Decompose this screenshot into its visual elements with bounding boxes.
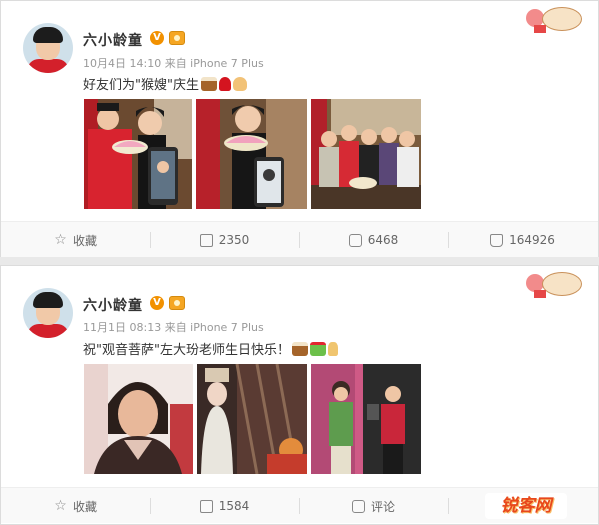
post-photo-1[interactable] bbox=[84, 99, 192, 209]
post-photo-3[interactable] bbox=[311, 364, 421, 474]
repost-icon bbox=[199, 499, 213, 513]
watermark-logo: 锐客网 bbox=[485, 493, 567, 519]
avatar[interactable] bbox=[23, 23, 73, 73]
post-meta[interactable]: 10月4日 14:10 来自 iPhone 7 Plus bbox=[83, 55, 264, 71]
monkey-sticker-icon bbox=[520, 5, 592, 35]
rose-emoji-icon bbox=[218, 77, 231, 91]
favorite-label: 收藏 bbox=[72, 499, 97, 514]
member-badge-icon[interactable] bbox=[169, 31, 185, 45]
cake-emoji-icon bbox=[200, 77, 217, 91]
comment-label: 评论 bbox=[370, 499, 395, 514]
favorite-label: 收藏 bbox=[72, 233, 97, 248]
post-text-content: 好友们为"猴嫂"庆生 bbox=[83, 78, 199, 93]
username[interactable]: 六小龄童 bbox=[83, 295, 143, 315]
verified-badge-icon: V bbox=[150, 31, 164, 45]
post-photo-2[interactable] bbox=[197, 364, 307, 474]
post-photo-3[interactable] bbox=[311, 99, 421, 209]
comment-button[interactable]: 6468 bbox=[299, 222, 448, 258]
star-icon: ☆ bbox=[54, 231, 67, 248]
repost-button[interactable]: 2350 bbox=[150, 222, 299, 258]
like-button[interactable]: 164926 bbox=[448, 222, 597, 258]
favorite-button[interactable]: ☆ 收藏 bbox=[1, 488, 150, 524]
cake-emoji-icon bbox=[291, 342, 308, 356]
like-count: 164926 bbox=[509, 233, 555, 247]
gift-emoji-icon bbox=[309, 342, 326, 356]
weibo-post-1: 六小龄童 V 10月4日 14:10 来自 iPhone 7 Plus 好友们为… bbox=[0, 0, 599, 257]
repost-button[interactable]: 1584 bbox=[150, 488, 299, 524]
thumbs-up-icon bbox=[490, 233, 504, 247]
avatar[interactable] bbox=[23, 288, 73, 338]
comment-icon bbox=[348, 233, 362, 247]
post-text: 好友们为"猴嫂"庆生 bbox=[83, 74, 247, 93]
post-text-content: 祝"观音菩萨"左大玢老师生日快乐！ bbox=[83, 343, 290, 358]
monkey-sticker-icon bbox=[520, 270, 592, 300]
favorite-button[interactable]: ☆ 收藏 bbox=[1, 222, 150, 258]
verified-badge-icon: V bbox=[150, 296, 164, 310]
post-photo-1[interactable] bbox=[84, 364, 193, 474]
post-photo-2[interactable] bbox=[196, 99, 307, 209]
clap-emoji-icon bbox=[232, 77, 247, 91]
repost-count: 1584 bbox=[218, 499, 250, 513]
post-text: 祝"观音菩萨"左大玢老师生日快乐！ bbox=[83, 339, 338, 358]
peace-hand-emoji-icon bbox=[327, 342, 338, 356]
comment-count: 6468 bbox=[367, 233, 399, 247]
comment-button[interactable]: 评论 bbox=[299, 488, 448, 524]
weibo-post-2: 六小龄童 V 11月1日 08:13 来自 iPhone 7 Plus 祝"观音… bbox=[0, 265, 599, 525]
repost-icon bbox=[199, 233, 213, 247]
star-icon: ☆ bbox=[54, 497, 67, 514]
repost-count: 2350 bbox=[218, 233, 250, 247]
username[interactable]: 六小龄童 bbox=[83, 30, 143, 50]
comment-icon bbox=[351, 499, 365, 513]
member-badge-icon[interactable] bbox=[169, 296, 185, 310]
post-meta[interactable]: 11月1日 08:13 来自 iPhone 7 Plus bbox=[83, 319, 264, 335]
action-bar: ☆ 收藏 2350 6468 164926 bbox=[1, 221, 598, 257]
